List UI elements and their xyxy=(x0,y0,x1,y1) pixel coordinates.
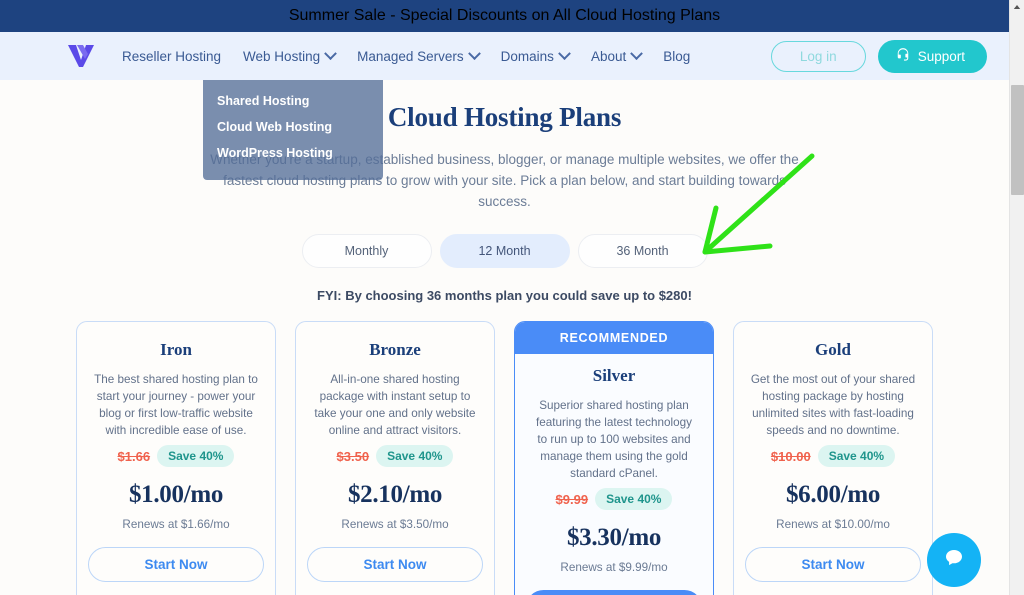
dropdown-item-wordpress-hosting[interactable]: WordPress Hosting xyxy=(203,140,383,166)
page-content: Summer Sale - Special Discounts on All C… xyxy=(0,0,1009,595)
plan-renewal-note: Renews at $3.50/mo xyxy=(341,518,449,531)
savings-notice: FYI: By choosing 36 months plan you coul… xyxy=(317,288,692,303)
nav-label: Managed Servers xyxy=(357,48,464,64)
plan-name: Bronze xyxy=(369,340,421,359)
plan-description: The best shared hosting plan to start yo… xyxy=(94,373,258,437)
dropdown-item-cloud-web-hosting[interactable]: Cloud Web Hosting xyxy=(203,114,383,140)
plan-price: $2.10/mo xyxy=(347,481,443,508)
plan-name: Gold xyxy=(815,340,851,359)
nav-item-managed-servers[interactable]: Managed Servers xyxy=(357,46,481,64)
plan-renewal-note: Renews at $9.99/mo xyxy=(560,561,668,574)
save-badge: Save 40% xyxy=(376,445,454,467)
chevron-down-icon xyxy=(324,46,337,60)
billing-option-12-month[interactable]: 12 Month xyxy=(439,234,570,268)
support-label: Support xyxy=(917,48,965,64)
announcement-banner: Summer Sale - Special Discounts on All C… xyxy=(0,0,1009,32)
nav-item-reseller-hosting[interactable]: Reseller Hosting xyxy=(122,49,221,64)
scrollbar-thumb[interactable] xyxy=(1011,85,1024,195)
plan-renewal-note: Renews at $1.66/mo xyxy=(122,518,230,531)
chevron-down-icon xyxy=(558,46,571,60)
plan-card-iron: Iron The best shared hosting plan to sta… xyxy=(76,321,276,595)
nav-item-web-hosting[interactable]: Web Hosting xyxy=(243,46,337,64)
pricing-cards: Iron The best shared hosting plan to sta… xyxy=(0,321,1009,595)
old-price: $1.66 xyxy=(117,448,151,464)
billing-option-monthly[interactable]: Monthly xyxy=(301,234,432,268)
billing-option-36-month[interactable]: 36 Month xyxy=(577,234,708,268)
header-actions: Log in Support xyxy=(770,39,987,73)
login-button[interactable]: Log in xyxy=(770,40,866,72)
plan-card-body: Gold Get the most out of your shared hos… xyxy=(734,322,932,595)
nav-item-about[interactable]: About xyxy=(590,46,644,64)
plan-name: Iron xyxy=(160,340,192,359)
announcement-text: Summer Sale - Special Discounts on All C… xyxy=(288,7,721,24)
plan-card-silver: RECOMMENDED Silver Superior shared hosti… xyxy=(514,321,714,595)
hero-section: Cloud Hosting Plans Whether you're a sta… xyxy=(0,80,1009,212)
site-logo[interactable] xyxy=(64,41,98,71)
plan-price: $6.00/mo xyxy=(785,481,881,508)
support-button[interactable]: Support xyxy=(877,39,987,73)
nav-item-domains[interactable]: Domains xyxy=(500,46,571,64)
plan-description: Superior shared hosting plan featuring t… xyxy=(536,399,692,480)
old-price: $9.99 xyxy=(555,491,589,507)
start-now-button[interactable]: Start Now xyxy=(307,547,483,582)
dropdown-item-shared-hosting[interactable]: Shared Hosting xyxy=(203,88,383,114)
plan-price-row: $3.50 Save 40% xyxy=(337,445,454,467)
plan-card-gold: Gold Get the most out of your shared hos… xyxy=(733,321,933,595)
plan-price-row: $9.99 Save 40% xyxy=(556,488,673,510)
plan-description: All-in-one shared hosting package with i… xyxy=(314,373,476,437)
plan-card-body: Iron The best shared hosting plan to sta… xyxy=(77,322,275,595)
plan-name: Silver xyxy=(592,366,636,385)
plan-renewal-note: Renews at $10.00/mo xyxy=(776,518,890,531)
plan-price: $3.30/mo xyxy=(566,524,662,551)
chat-widget-button[interactable] xyxy=(927,533,981,587)
recommended-badge: RECOMMENDED xyxy=(515,322,713,354)
nav-label: Blog xyxy=(663,48,691,64)
plan-price: $1.00/mo xyxy=(128,481,224,508)
nav-label: About xyxy=(590,48,627,64)
browser-viewport: Summer Sale - Special Discounts on All C… xyxy=(0,0,1024,595)
plan-description: Get the most out of your shared hosting … xyxy=(750,373,916,437)
save-badge: Save 40% xyxy=(157,445,235,467)
scroll-up-arrow-icon[interactable] xyxy=(1010,0,1024,14)
old-price: $10.00 xyxy=(770,448,811,464)
site-header: Reseller Hosting Web Hosting Managed Ser… xyxy=(0,32,1009,80)
plan-card-bronze: Bronze All-in-one shared hosting package… xyxy=(295,321,495,595)
plan-price-row: $10.00 Save 40% xyxy=(770,445,896,467)
plan-card-body: Bronze All-in-one shared hosting package… xyxy=(296,322,494,595)
chat-bubble-icon xyxy=(941,545,967,576)
start-now-button[interactable]: Start Now xyxy=(745,547,921,582)
billing-period-toggle: Monthly 12 Month 36 Month xyxy=(0,234,1009,268)
save-badge: Save 40% xyxy=(595,488,673,510)
start-now-button[interactable]: Start Now xyxy=(526,590,702,595)
nav-item-blog[interactable]: Blog xyxy=(663,49,690,64)
old-price: $3.50 xyxy=(336,448,370,464)
main-navigation: Reseller Hosting Web Hosting Managed Ser… xyxy=(122,46,771,64)
nav-label: Domains xyxy=(500,48,554,64)
headset-icon xyxy=(896,47,910,65)
page-title: Cloud Hosting Plans xyxy=(387,102,622,132)
web-hosting-dropdown: Shared Hosting Cloud Web Hosting WordPre… xyxy=(203,76,383,180)
start-now-button[interactable]: Start Now xyxy=(88,547,264,582)
nav-label: Reseller Hosting xyxy=(122,48,222,64)
plan-card-body: Silver Superior shared hosting plan feat… xyxy=(515,354,713,595)
chevron-down-icon xyxy=(467,46,481,60)
vertical-scrollbar[interactable] xyxy=(1009,0,1024,595)
save-badge: Save 40% xyxy=(817,445,896,467)
plan-price-row: $1.66 Save 40% xyxy=(118,445,235,467)
nav-label: Web Hosting xyxy=(243,48,321,64)
chevron-down-icon xyxy=(630,46,644,60)
